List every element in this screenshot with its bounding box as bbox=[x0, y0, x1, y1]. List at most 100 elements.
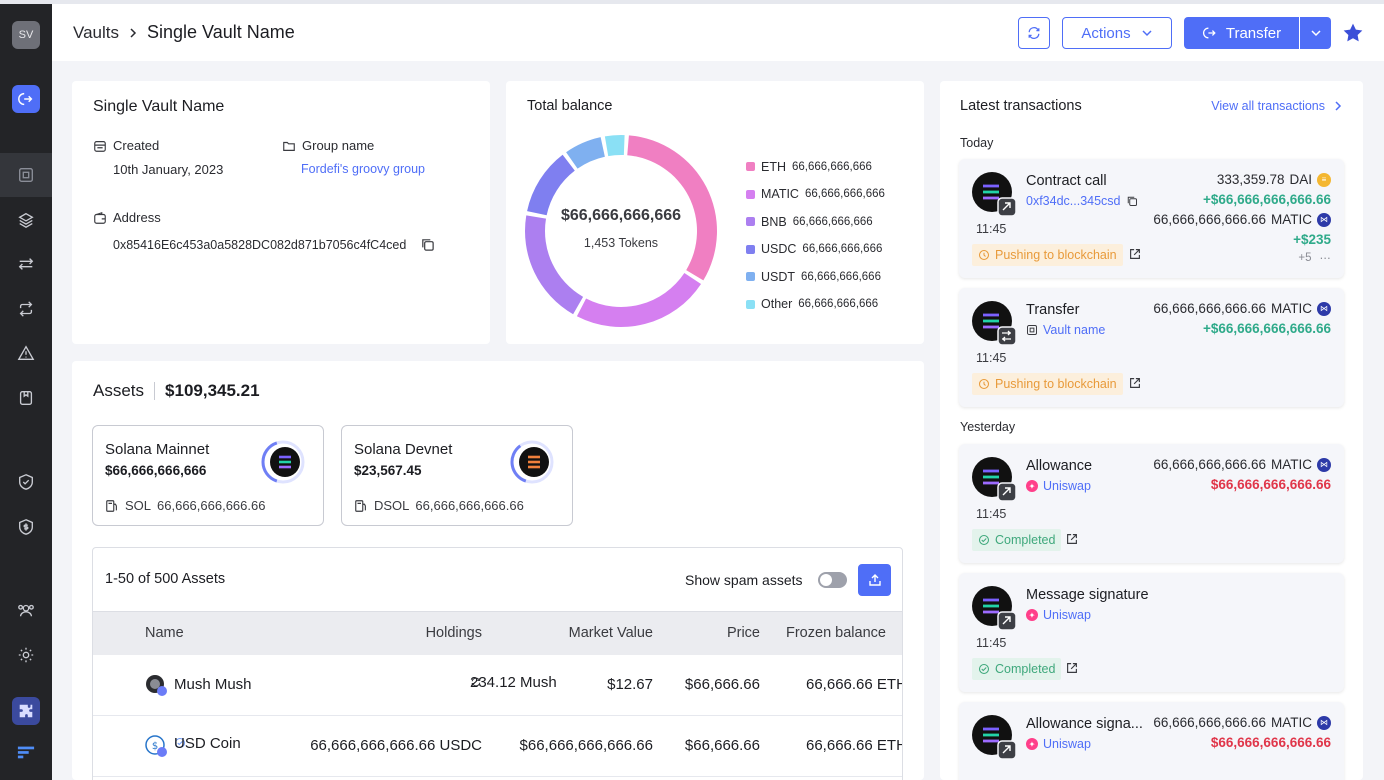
transaction-item[interactable]: Transfer Vault name 11:45 Pushing to blo… bbox=[959, 288, 1344, 407]
wallet-token: DSOL 66,666,666,666.66 bbox=[354, 498, 524, 513]
table-toolbar: 1-50 of 500 Assets Show spam assets bbox=[93, 548, 902, 612]
view-all-link[interactable]: View all transactions bbox=[1211, 99, 1343, 113]
copy-address-button[interactable] bbox=[420, 237, 435, 255]
book-icon bbox=[19, 391, 33, 405]
transaction-item[interactable]: Allowance ✦ Uniswap 11:45 Completed 66,6… bbox=[959, 444, 1344, 563]
assets-table: 1-50 of 500 Assets Show spam assets Name… bbox=[92, 547, 903, 780]
layers-icon bbox=[18, 212, 34, 228]
legend-swatch bbox=[746, 189, 755, 199]
status-badge: Pushing to blockchain bbox=[972, 373, 1123, 395]
col-market-value[interactable]: Market Value bbox=[569, 625, 653, 641]
assets-card: Assets $109,345.21 Solana Mainnet $66,66… bbox=[72, 361, 924, 780]
chevron-down-icon bbox=[1142, 30, 1152, 37]
calendar-icon bbox=[94, 140, 106, 152]
sidebar-item-policies[interactable] bbox=[0, 460, 52, 504]
brand-logo[interactable] bbox=[0, 730, 52, 774]
extensions-button[interactable] bbox=[12, 697, 40, 725]
asset-market-value: $66,666,666,666.66 bbox=[519, 737, 653, 754]
actions-dropdown[interactable]: Actions bbox=[1062, 17, 1172, 49]
donut-slice-usdt[interactable] bbox=[566, 137, 605, 169]
tx-dapp-link[interactable]: ✦ Uniswap bbox=[1026, 608, 1091, 622]
tx-address[interactable]: 0xf34dc...345csd bbox=[1026, 194, 1138, 208]
external-link-icon[interactable] bbox=[1065, 661, 1079, 675]
balance-total: $66,666,666,666 bbox=[560, 207, 682, 224]
sidebar-item-security[interactable] bbox=[0, 505, 52, 549]
legend-swatch bbox=[746, 162, 755, 172]
svg-text:$: $ bbox=[152, 741, 158, 752]
sidebar-item-assets[interactable] bbox=[0, 198, 52, 242]
legend-label: MATIC bbox=[761, 187, 799, 202]
vault-icon bbox=[19, 168, 33, 182]
sidebar-item-recurring[interactable] bbox=[0, 287, 52, 331]
matic-icon: ⋈ bbox=[1317, 457, 1331, 472]
external-link-icon[interactable] bbox=[1128, 247, 1142, 261]
table-row[interactable]: Mush Mush 234.12 Mush $12.67 $66,666.66 … bbox=[93, 655, 902, 716]
legend-value: 66,666,666,666 bbox=[792, 215, 873, 228]
sidebar-item-settings[interactable] bbox=[0, 633, 52, 677]
sidebar-item-alerts[interactable] bbox=[0, 331, 52, 375]
quick-transfer-button[interactable] bbox=[12, 85, 40, 113]
col-frozen-balance[interactable]: Frozen balance bbox=[786, 625, 886, 641]
export-button[interactable] bbox=[858, 564, 891, 596]
folder-icon bbox=[283, 141, 295, 151]
refresh-button[interactable] bbox=[1018, 17, 1050, 49]
tx-vault-link[interactable]: Vault name bbox=[1026, 323, 1105, 337]
table-row[interactable]: $ USD Coin 66,666,666,666.66 USDC $66,66… bbox=[93, 716, 902, 777]
refresh-icon bbox=[1028, 27, 1040, 39]
transaction-item[interactable]: Allowance signa... ✦ Uniswap 66,666,666,… bbox=[959, 702, 1344, 780]
donut-slice-matic[interactable] bbox=[576, 272, 702, 327]
col-holdings[interactable]: Holdings bbox=[426, 625, 482, 641]
legend-swatch bbox=[746, 244, 755, 254]
asset-holdings: 66,666,666,666.66 USDC bbox=[310, 737, 482, 754]
legend-value: 66,666,666,666 bbox=[802, 243, 883, 256]
created-label: Created bbox=[93, 138, 159, 153]
uniswap-icon: ✦ bbox=[1026, 738, 1038, 750]
external-link-icon[interactable] bbox=[1065, 532, 1079, 546]
shield-check-icon bbox=[19, 474, 33, 490]
sidebar-item-vaults[interactable] bbox=[0, 153, 52, 197]
favorite-button[interactable] bbox=[1342, 22, 1364, 47]
tx-time: 11:45 bbox=[976, 351, 1007, 365]
spam-toggle[interactable] bbox=[818, 572, 847, 588]
legend-item: ETH 66,666,666,666 bbox=[746, 153, 885, 181]
donut-slice-bnb[interactable] bbox=[525, 215, 584, 315]
breadcrumb-vaults[interactable]: Vaults bbox=[73, 23, 119, 43]
transaction-item[interactable]: Contract call 0xf34dc...345csd 11:45 Pus… bbox=[959, 159, 1344, 278]
logo-icon bbox=[17, 746, 35, 759]
status-badge: Completed bbox=[972, 658, 1062, 680]
sidebar-item-address-book[interactable] bbox=[0, 376, 52, 420]
tx-amount-token: 66,666,666,666.66 MATIC ⋈ bbox=[1153, 715, 1331, 730]
group-link[interactable]: Fordefi's groovy group bbox=[301, 162, 425, 176]
check-circle-icon bbox=[978, 663, 990, 675]
section-today: Today bbox=[960, 136, 994, 150]
transfer-button[interactable]: Transfer bbox=[1184, 17, 1299, 49]
solana-logo-icon bbox=[261, 440, 305, 484]
transaction-item[interactable]: Message signature ✦ Uniswap 11:45 Comple… bbox=[959, 573, 1344, 692]
balance-tokens: 1,453 Tokens bbox=[583, 236, 659, 250]
sidebar-item-transactions[interactable] bbox=[0, 242, 52, 286]
tx-more-assets[interactable]: +5 ⋯ bbox=[1298, 251, 1331, 265]
gas-icon bbox=[106, 499, 117, 512]
range-label: 1-50 of 500 Assets bbox=[105, 571, 226, 587]
wallet-card-solana-devnet[interactable]: Solana Devnet $23,567.45 DSOL 66,666,666… bbox=[341, 425, 573, 526]
tx-dapp-link[interactable]: ✦ Uniswap bbox=[1026, 479, 1091, 493]
donut-slice-other[interactable] bbox=[604, 135, 625, 157]
asset-holdings: 234.12 Mush bbox=[470, 673, 557, 691]
wallet-card-solana-mainnet[interactable]: Solana Mainnet $66,666,666,666 SOL 66,66… bbox=[92, 425, 324, 526]
chevron-right-icon bbox=[130, 27, 137, 38]
legend-item: USDC 66,666,666,666 bbox=[746, 236, 885, 264]
matic-icon: ⋈ bbox=[1317, 212, 1331, 227]
sidebar-item-users[interactable] bbox=[0, 588, 52, 632]
tx-dapp-link[interactable]: ✦ Uniswap bbox=[1026, 737, 1091, 751]
external-link-icon[interactable] bbox=[1128, 376, 1142, 390]
transactions-title: Latest transactions bbox=[960, 98, 1082, 114]
check-circle-icon bbox=[978, 534, 990, 546]
tx-amount-token: 333,359.78 DAI ≡ bbox=[1217, 172, 1331, 187]
col-price[interactable]: Price bbox=[727, 625, 760, 641]
transfer-options-button[interactable] bbox=[1300, 17, 1331, 49]
tx-time: 11:45 bbox=[976, 222, 1007, 236]
col-name[interactable]: Name bbox=[145, 625, 184, 641]
workspace-avatar[interactable]: SV bbox=[12, 21, 40, 49]
solana-devnet-logo-icon bbox=[510, 440, 554, 484]
legend-item: USDT 66,666,666,666 bbox=[746, 263, 885, 291]
